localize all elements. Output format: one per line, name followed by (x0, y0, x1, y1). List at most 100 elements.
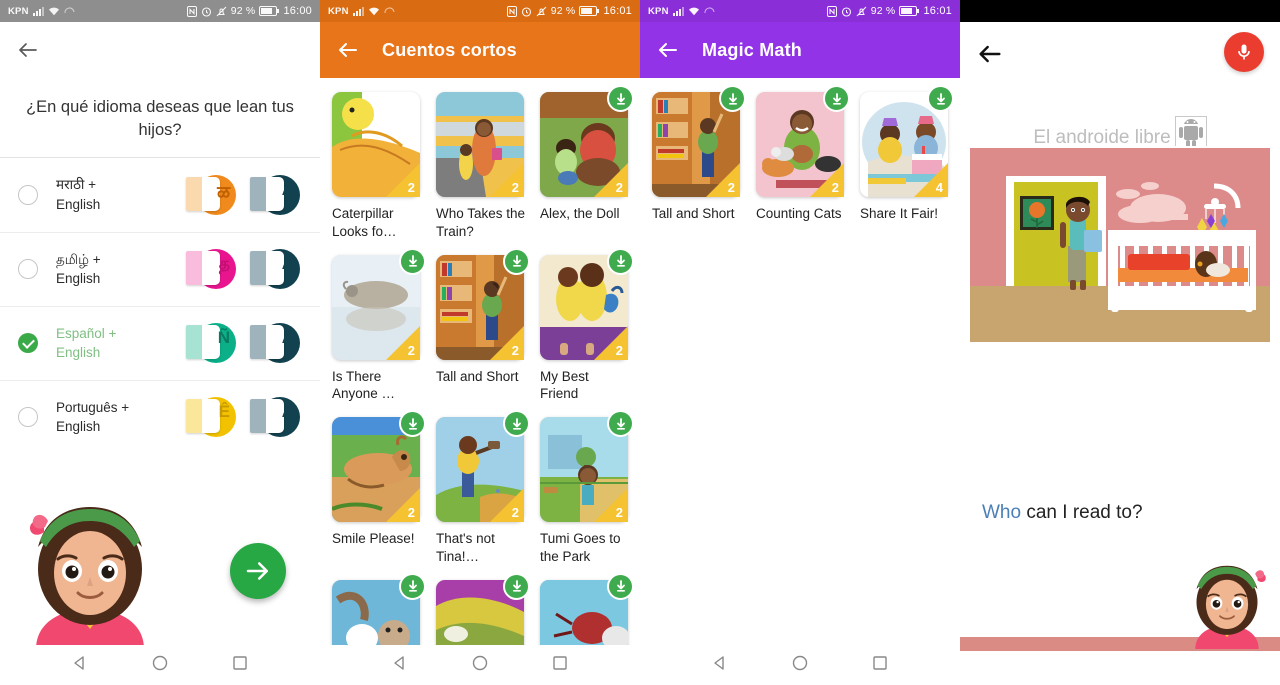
next-button[interactable] (230, 543, 286, 599)
radio-tamil[interactable] (18, 259, 38, 280)
download-badge[interactable] (607, 572, 634, 600)
book-cell[interactable]: 2 Tall and Short (648, 85, 746, 233)
book-glyph: A (281, 328, 294, 348)
nav-recents-button[interactable] (871, 654, 889, 677)
book-icon-english: A (248, 395, 300, 439)
download-badge[interactable] (399, 572, 426, 600)
book-icon-english: A (248, 247, 300, 291)
download-badge[interactable] (503, 410, 530, 438)
story-illustration (968, 146, 1272, 344)
signal-icon (672, 6, 684, 16)
language-label: Português + English (56, 398, 148, 437)
nav-back-button[interactable] (71, 654, 89, 677)
nav-home-button[interactable] (791, 654, 809, 677)
book-cell[interactable]: 2 Counting Cats (752, 85, 850, 233)
battery-percent: 92 % (230, 5, 256, 17)
wifi-icon (688, 6, 700, 16)
sync-icon (384, 6, 395, 16)
alarm-icon (521, 6, 532, 17)
book-cell[interactable]: 2 Tumi Goes to the Park (536, 410, 634, 576)
page-title: Magic Math (702, 39, 803, 60)
clock-label: 16:01 (603, 5, 632, 17)
book-title: Tall and Short (436, 368, 519, 384)
microphone-button[interactable] (1224, 32, 1264, 72)
language-option-portugues[interactable]: Português + English Ê A (0, 379, 320, 454)
carrier-label: KPN (648, 5, 669, 17)
back-arrow-icon[interactable] (336, 38, 360, 62)
language-native: Português + (56, 399, 130, 415)
book-icons: Ê A (184, 395, 306, 439)
download-badge[interactable] (607, 410, 634, 438)
download-badge[interactable] (607, 85, 634, 112)
girl-avatar (30, 507, 144, 649)
download-badge[interactable] (399, 410, 426, 438)
book-title: Who Takes the Train? (436, 206, 526, 239)
language-option-espanol[interactable]: Español + English Ñ A (0, 305, 320, 380)
nav-home-button[interactable] (471, 654, 489, 677)
book-cell[interactable]: 2 Alex, the Doll (536, 85, 634, 251)
book-glyph: Ñ (217, 328, 230, 348)
nav-home-button[interactable] (151, 654, 169, 677)
download-badge[interactable] (823, 85, 850, 112)
download-badge[interactable] (927, 85, 954, 112)
book-glyph: த (218, 254, 230, 274)
alarm-icon (201, 6, 212, 17)
level-number: 2 (831, 180, 839, 195)
download-badge[interactable] (503, 572, 530, 600)
status-bar: KPN 92 % 16:00 (0, 0, 320, 22)
nfc-icon (186, 5, 197, 17)
book-cell[interactable]: 2 Smile Please! (328, 410, 426, 576)
language-option-marathi[interactable]: मराठी + English ळ A (0, 158, 320, 232)
radio-marathi[interactable] (18, 184, 38, 205)
panel-magic-math: KPN 92 % 16:01 Magic Math 2 Tall and Sho… (640, 0, 960, 685)
download-badge[interactable] (503, 247, 530, 275)
back-arrow-icon[interactable] (16, 38, 40, 62)
battery-icon (899, 6, 920, 16)
book-grid: 2 Tall and Short 2 Counting Cats 4 Share… (640, 78, 960, 233)
book-title: Caterpillar Looks fo… (332, 206, 397, 239)
carrier-label: KPN (328, 5, 349, 17)
nav-back-button[interactable] (711, 654, 729, 677)
language-option-tamil[interactable]: தமிழ் + English த A (0, 231, 320, 306)
book-cell[interactable]: 2 Caterpillar Looks fo… (328, 88, 424, 251)
nav-back-button[interactable] (391, 654, 409, 677)
nav-recents-button[interactable] (231, 654, 249, 677)
book-cell[interactable]: 4 Share It Fair! (856, 85, 954, 233)
reading-sentence: Who can I read to? (982, 502, 1143, 524)
book-glyph: A (281, 402, 294, 422)
radio-portugues[interactable] (18, 407, 38, 428)
battery-icon (259, 6, 280, 16)
level-number: 2 (511, 342, 519, 358)
nav-recents-button[interactable] (551, 654, 569, 677)
book-title: My Best Friend (540, 368, 589, 402)
book-icon-portugues: Ê (184, 395, 236, 439)
book-glyph: A (281, 179, 294, 199)
level-number: 2 (615, 180, 623, 195)
language-label: Español + English (56, 324, 148, 363)
radio-espanol[interactable] (18, 333, 38, 354)
language-native: मराठी + (56, 177, 97, 193)
panel-cuentos-cortos: KPN 92 % 16:01 Cuentos cortos 2 Caterpil… (320, 0, 640, 685)
back-arrow-icon[interactable] (656, 38, 680, 62)
mute-icon (856, 6, 867, 17)
page-title: Cuentos cortos (382, 39, 517, 60)
book-cell[interactable]: 2 Is There Anyone … (328, 247, 426, 414)
battery-percent: 92 % (550, 5, 576, 17)
book-title: Tall and Short (652, 206, 735, 221)
download-badge[interactable] (719, 85, 746, 112)
book-grid: 2 Caterpillar Looks fo… 2 Who Takes the … (320, 78, 640, 685)
girl-avatar (1195, 565, 1266, 649)
status-bar: KPN 92 % 16:01 (320, 0, 640, 22)
download-badge[interactable] (399, 247, 426, 275)
download-badge[interactable] (607, 247, 634, 275)
alarm-icon (841, 6, 852, 17)
book-cell[interactable]: 2 Tall and Short (432, 247, 530, 414)
wifi-icon (48, 6, 60, 16)
system-navbar (640, 645, 960, 685)
back-arrow-icon[interactable] (976, 40, 1001, 64)
book-cell[interactable]: 2 My Best Friend (536, 247, 634, 414)
book-cell[interactable]: 2 That's not Tina!… (432, 410, 530, 576)
book-cell[interactable]: 2 Who Takes the Train? (432, 88, 528, 251)
four-panel-screenshot: KPN 92 % 16:00 ¿En qué idioma deseas que… (0, 0, 1280, 685)
level-number: 2 (407, 180, 415, 195)
